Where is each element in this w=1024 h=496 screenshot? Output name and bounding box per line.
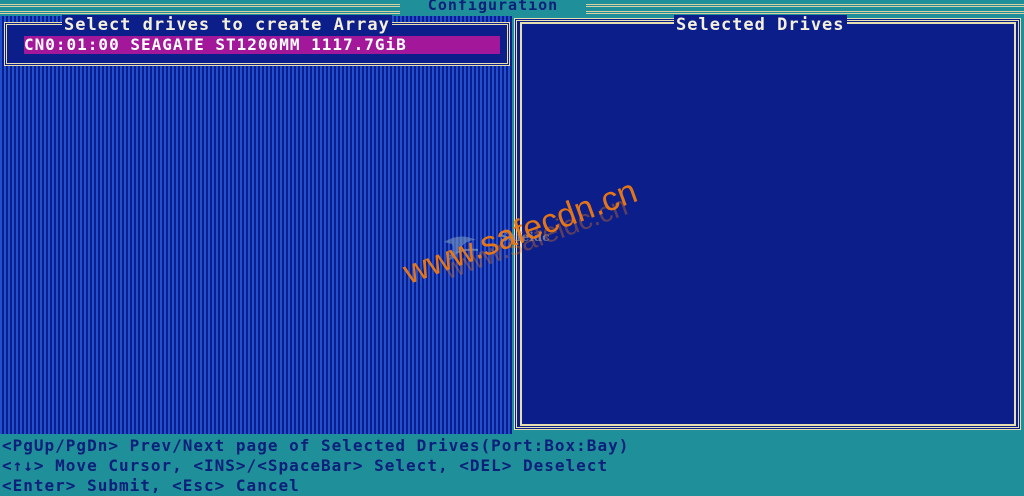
drive-list-label: Select drives to create Array (62, 15, 392, 35)
help-line-page: <PgUp/PgDn> Prev/Next page of Selected D… (2, 436, 630, 455)
help-line-submit: <Enter> Submit, <Esc> Cancel (2, 476, 300, 495)
help-line-cursor: <↑↓> Move Cursor, <INS>/<SpaceBar> Selec… (2, 456, 609, 475)
drive-list-panel (0, 16, 512, 434)
page-title: Configuration (400, 0, 586, 14)
key-help-footer: <PgUp/PgDn> Prev/Next page of Selected D… (0, 436, 1024, 496)
bios-config-screen: Configuration Select drives to create Ar… (0, 0, 1024, 496)
selected-drives-label: Selected Drives (674, 15, 847, 35)
drive-list-item[interactable]: CN0:01:00 SEAGATE ST1200MM 1117.7GiB (24, 36, 500, 54)
